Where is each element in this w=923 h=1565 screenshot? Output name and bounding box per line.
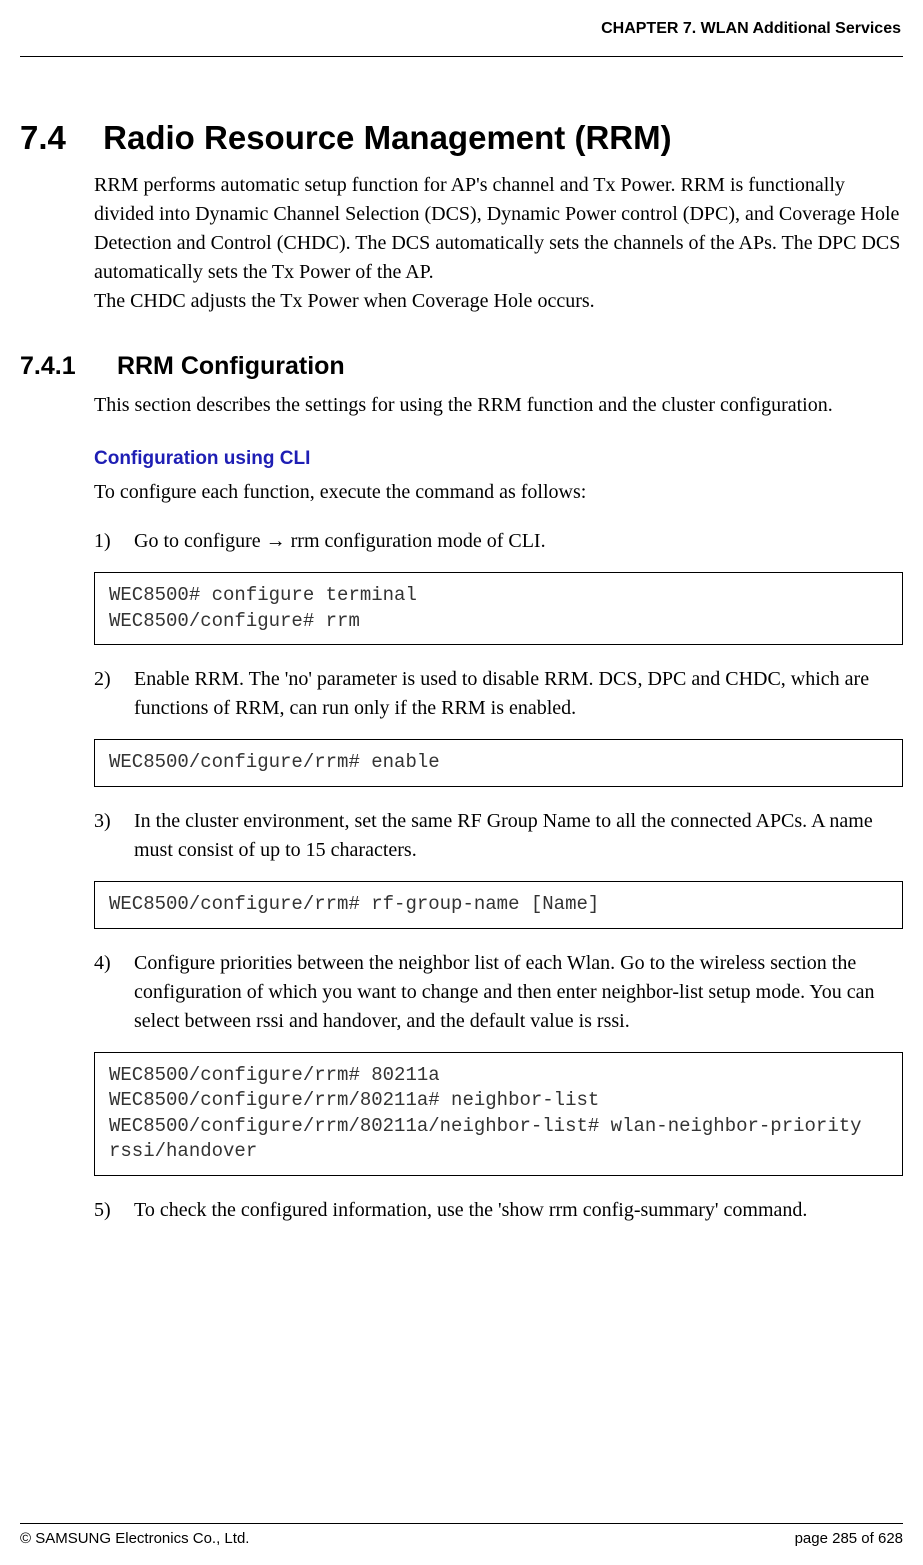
- step-text-pre: Go to configure: [134, 530, 266, 552]
- step-row: 4) Configure priorities between the neig…: [94, 949, 903, 1036]
- subsection-number: 7.4.1: [20, 352, 110, 381]
- footer-copyright: © SAMSUNG Electronics Co., Ltd.: [20, 1530, 249, 1547]
- step-text: In the cluster environment, set the same…: [134, 807, 903, 865]
- intro-text-1: RRM performs automatic setup function fo…: [94, 174, 900, 283]
- step-row: 2) Enable RRM. The 'no' parameter is use…: [94, 665, 903, 723]
- step-number: 5): [94, 1196, 134, 1225]
- step-text: Enable RRM. The 'no' parameter is used t…: [134, 665, 903, 723]
- footer-page-number: page 285 of 628: [795, 1530, 903, 1547]
- cli-heading: Configuration using CLI: [94, 448, 903, 470]
- step-text: Configure priorities between the neighbo…: [134, 949, 903, 1036]
- page-content: 7.4 Radio Resource Management (RRM) RRM …: [20, 57, 903, 1225]
- step-text-post: rrm configuration mode of CLI.: [286, 530, 546, 552]
- step-text: To check the configured information, use…: [134, 1196, 903, 1225]
- step-row: 3) In the cluster environment, set the s…: [94, 807, 903, 865]
- section-title: Radio Resource Management (RRM): [103, 119, 671, 156]
- step-number: 4): [94, 949, 134, 1036]
- section-heading: 7.4 Radio Resource Management (RRM): [20, 119, 903, 157]
- subsection-desc: This section describes the settings for …: [94, 391, 903, 420]
- section-number: 7.4: [20, 119, 94, 157]
- step-number: 3): [94, 807, 134, 865]
- step-text: Go to configure → rrm configuration mode…: [134, 527, 903, 556]
- chapter-header: CHAPTER 7. WLAN Additional Services: [20, 20, 903, 42]
- subsection-title: RRM Configuration: [117, 352, 345, 380]
- subsection-heading: 7.4.1 RRM Configuration: [20, 352, 903, 381]
- step-row: 5) To check the configured information, …: [94, 1196, 903, 1225]
- step-number: 1): [94, 527, 134, 556]
- right-arrow-icon: →: [266, 530, 286, 552]
- step-number: 2): [94, 665, 134, 723]
- code-block: WEC8500/configure/rrm# 80211a WEC8500/co…: [94, 1052, 903, 1177]
- cli-intro: To configure each function, execute the …: [94, 478, 903, 507]
- intro-text-2: The CHDC adjusts the Tx Power when Cover…: [94, 290, 595, 312]
- code-block: WEC8500/configure/rrm# rf-group-name [Na…: [94, 881, 903, 929]
- section-intro: RRM performs automatic setup function fo…: [94, 171, 903, 316]
- code-block: WEC8500/configure/rrm# enable: [94, 739, 903, 787]
- step-row: 1) Go to configure → rrm configuration m…: [94, 527, 903, 556]
- code-block: WEC8500# configure terminal WEC8500/conf…: [94, 572, 903, 645]
- document-page: CHAPTER 7. WLAN Additional Services 7.4 …: [0, 0, 923, 1565]
- page-footer: © SAMSUNG Electronics Co., Ltd. page 285…: [20, 1523, 903, 1547]
